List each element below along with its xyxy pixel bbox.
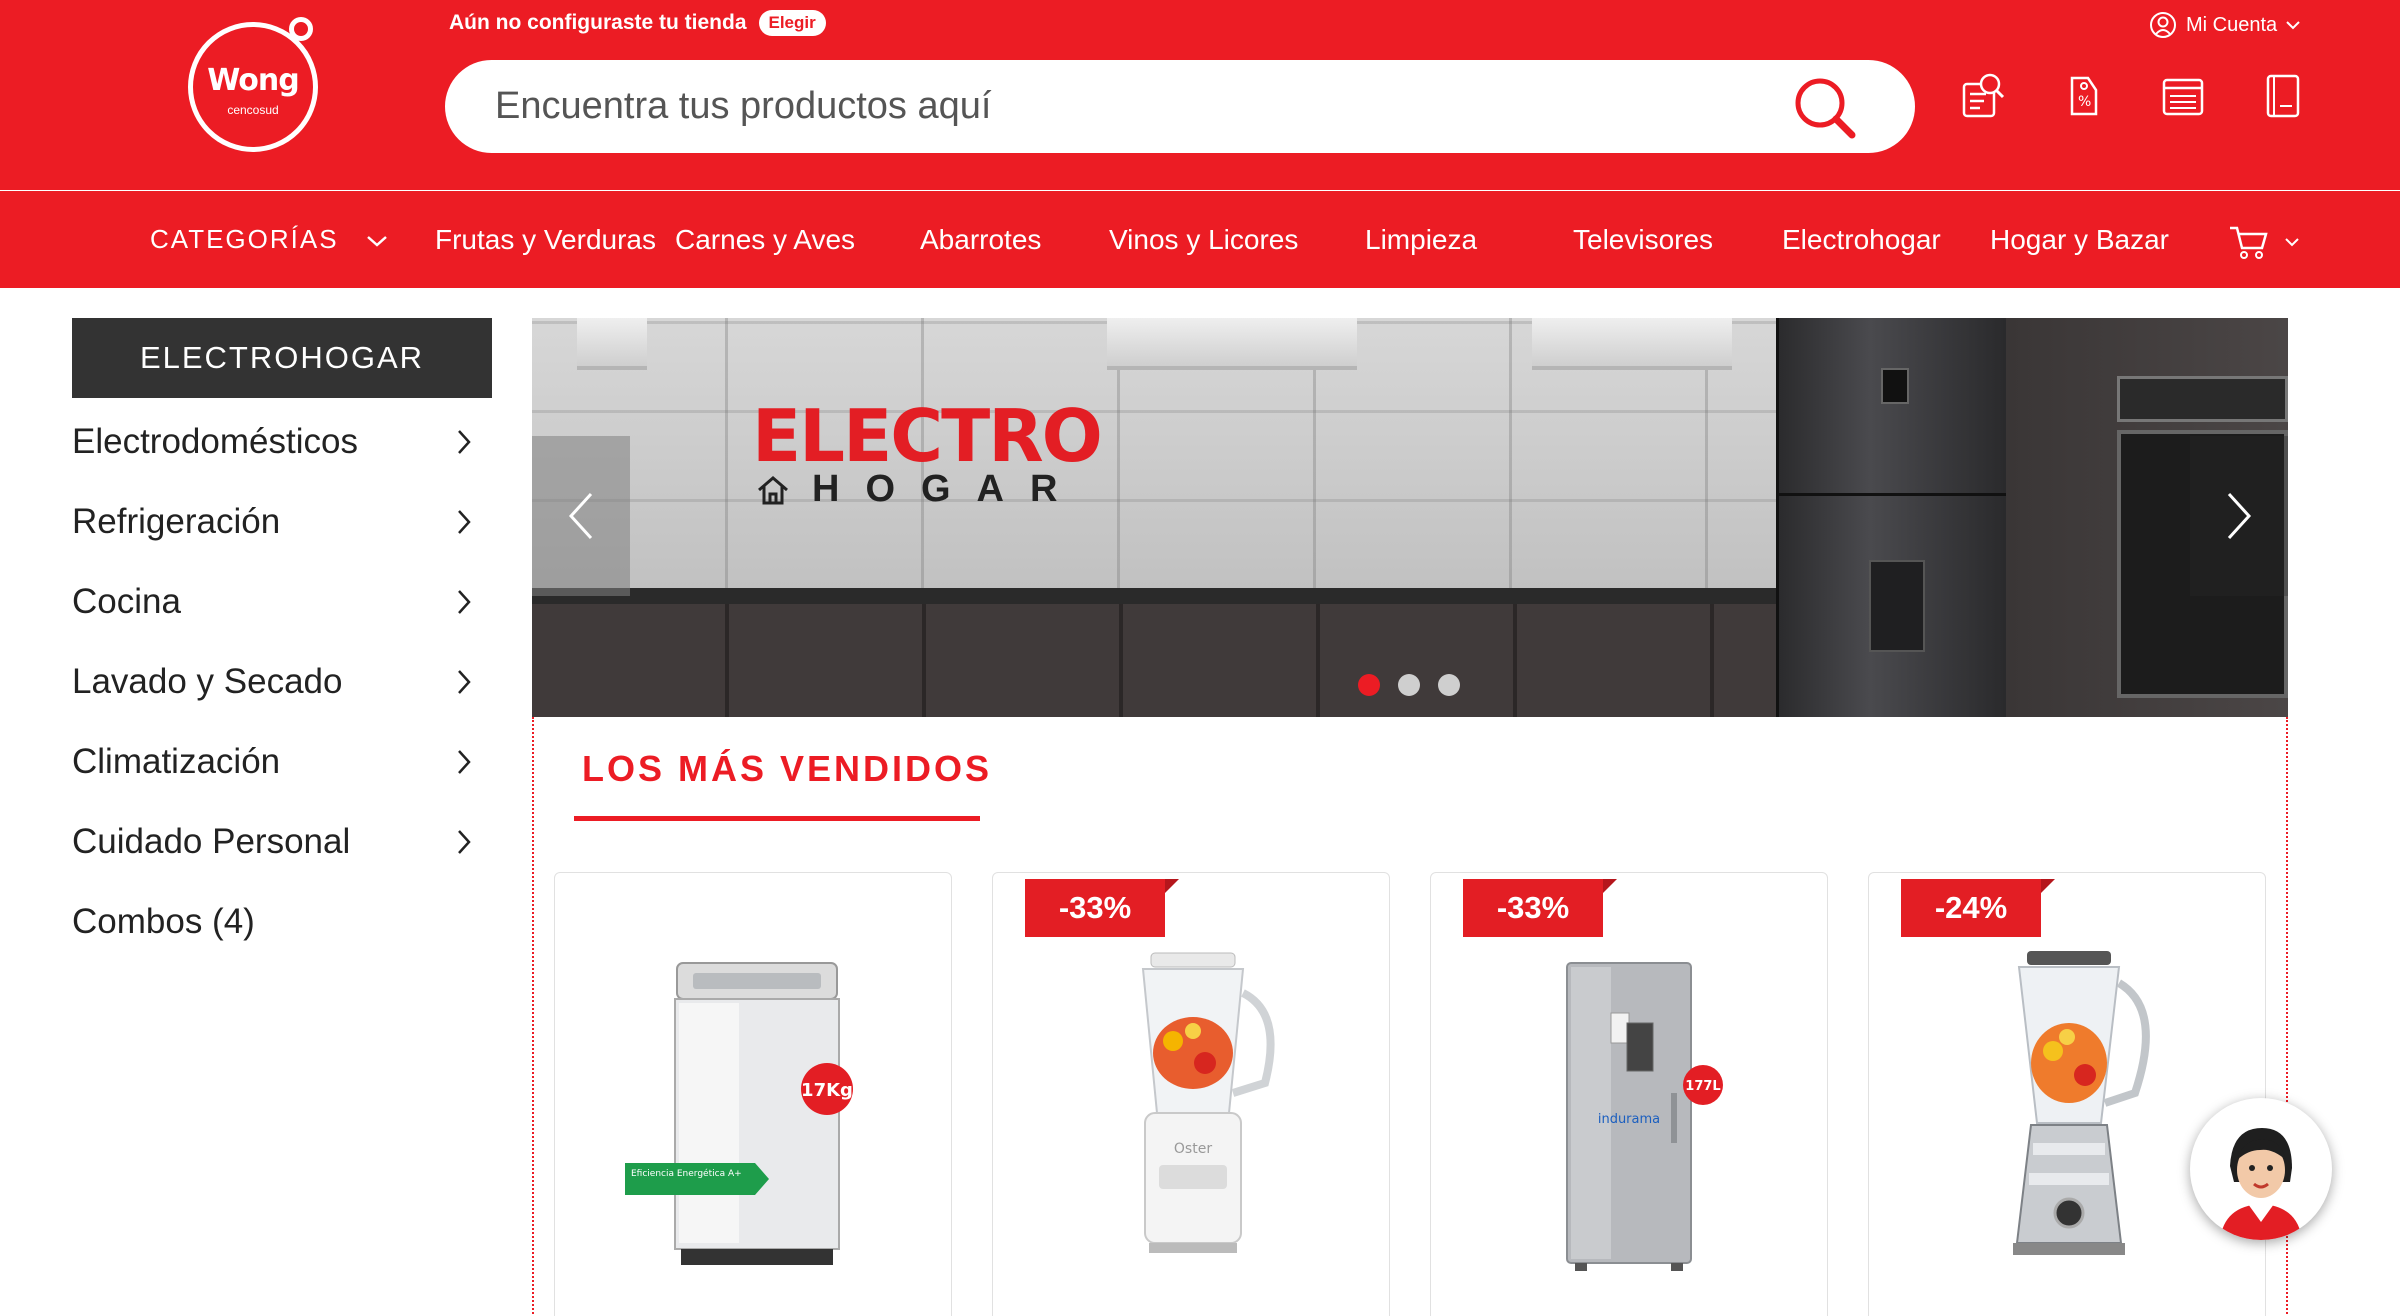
range-hood bbox=[1532, 318, 1732, 370]
shopping-list-icon[interactable] bbox=[2158, 70, 2208, 122]
washing-machine-image: 17Kg Eficiencia Energética A+ bbox=[625, 962, 853, 1265]
categories-menu[interactable]: CATEGORÍAS bbox=[150, 191, 388, 288]
sidebar-title: ELECTROHOGAR bbox=[72, 318, 492, 398]
cart-icon bbox=[2230, 226, 2268, 259]
nav-vinos-licores[interactable]: Vinos y Licores bbox=[1109, 191, 1298, 288]
brand-label: indurama bbox=[1598, 1112, 1660, 1127]
banner-counter bbox=[532, 588, 1776, 604]
store-config-notice: Aún no configuraste tu tienda Elegir bbox=[449, 8, 826, 38]
product-card[interactable]: -33% Oster bbox=[992, 872, 1390, 1316]
sidebar-item-combos[interactable]: Combos (4) bbox=[72, 892, 472, 952]
sidebar-item-cuidado-personal[interactable]: Cuidado Personal bbox=[72, 812, 472, 872]
blender-chrome-image bbox=[2013, 951, 2150, 1255]
sidebar-item-label: Climatización bbox=[72, 742, 281, 781]
book-icon[interactable] bbox=[2258, 70, 2308, 122]
chevron-right-icon bbox=[458, 590, 471, 614]
capacity-label: 177L bbox=[1685, 1079, 1720, 1094]
blender-white-image: Oster bbox=[1141, 952, 1275, 1253]
logo-dot bbox=[289, 17, 313, 41]
hero-banner[interactable]: ELECTRO HOGAR bbox=[532, 318, 2288, 717]
banner-pagination bbox=[1358, 674, 1460, 696]
product-card[interactable]: -33% 177L indurama bbox=[1430, 872, 1828, 1316]
banner-prev-button[interactable] bbox=[532, 436, 630, 596]
user-headset-icon bbox=[2150, 12, 2176, 38]
oven-panel bbox=[2117, 376, 2288, 422]
banner-brand-electro: ELECTRO bbox=[752, 394, 1103, 478]
sidebar-item-climatizacion[interactable]: Climatización bbox=[72, 732, 472, 792]
sidebar-item-label: Combos (4) bbox=[72, 902, 255, 941]
range-hood bbox=[1107, 318, 1357, 370]
search-input[interactable] bbox=[495, 78, 1695, 134]
chevron-down-icon bbox=[2286, 21, 2300, 30]
title-underline bbox=[574, 816, 980, 821]
discount-tag-icon[interactable]: % bbox=[2058, 70, 2108, 122]
chevron-down-icon bbox=[2285, 237, 2299, 247]
assistant-avatar-icon bbox=[2201, 1109, 2321, 1240]
chevron-right-icon bbox=[458, 510, 471, 534]
nav-hogar-bazar[interactable]: Hogar y Bazar bbox=[1990, 191, 2169, 288]
sidebar-item-lavado-secado[interactable]: Lavado y Secado bbox=[72, 652, 472, 712]
sidebar-item-label: Cuidado Personal bbox=[72, 822, 351, 861]
sidebar-item-electrodomesticos[interactable]: Electrodomésticos bbox=[72, 412, 472, 472]
sidebar-item-label: Refrigeración bbox=[72, 502, 281, 541]
my-account-label: Mi Cuenta bbox=[2186, 13, 2278, 36]
nav-limpieza[interactable]: Limpieza bbox=[1365, 191, 1477, 288]
range-hood bbox=[577, 318, 647, 370]
logo-text: Wong bbox=[207, 63, 299, 98]
product-card[interactable]: -24% bbox=[1868, 872, 2266, 1316]
product-card[interactable]: 17Kg Eficiencia Energética A+ bbox=[554, 872, 952, 1316]
fridge-dispenser bbox=[1869, 560, 1925, 652]
energy-label: Eficiencia Energética A+ bbox=[631, 1168, 742, 1179]
categories-label: CATEGORÍAS bbox=[150, 224, 339, 254]
banner-hogar-text: HOGAR bbox=[812, 468, 1084, 510]
nav-carnes-aves[interactable]: Carnes y Aves bbox=[675, 191, 855, 288]
svg-text:%: % bbox=[2078, 94, 2091, 110]
banner-next-button[interactable] bbox=[2190, 436, 2288, 596]
chat-assistant-button[interactable] bbox=[2190, 1098, 2332, 1240]
fridge-screen bbox=[1881, 368, 1909, 404]
banner-cabinets bbox=[532, 604, 1776, 717]
choose-store-button[interactable]: Elegir bbox=[758, 10, 826, 36]
chevron-left-icon bbox=[568, 492, 593, 540]
banner-brand-hogar: HOGAR bbox=[756, 468, 1083, 511]
sidebar-item-label: Lavado y Secado bbox=[72, 662, 343, 701]
list-search-icon[interactable] bbox=[1958, 70, 2008, 122]
chevron-right-icon bbox=[458, 750, 471, 774]
nav-electrohogar[interactable]: Electrohogar bbox=[1782, 191, 1941, 288]
brand-label: Oster bbox=[1174, 1141, 1212, 1157]
sidebar-item-label: Electrodomésticos bbox=[72, 422, 358, 461]
house-icon bbox=[758, 475, 788, 504]
refrigerator-image: 177L indurama bbox=[1566, 962, 1723, 1271]
logo-subtext: cencosud bbox=[227, 103, 279, 117]
capacity-label: 17Kg bbox=[801, 1080, 853, 1101]
sidebar-item-label: Cocina bbox=[72, 582, 181, 621]
search-bar bbox=[445, 60, 1915, 153]
sidebar-item-cocina[interactable]: Cocina bbox=[72, 572, 472, 632]
nav-frutas-verduras[interactable]: Frutas y Verduras bbox=[435, 191, 656, 288]
sidebar-item-refrigeracion[interactable]: Refrigeración bbox=[72, 492, 472, 552]
chevron-right-icon bbox=[458, 430, 471, 454]
slide-dot-2[interactable] bbox=[1398, 674, 1420, 696]
chevron-right-icon bbox=[458, 670, 471, 694]
best-sellers-title: LOS MÁS VENDIDOS bbox=[582, 748, 993, 789]
slide-dot-1[interactable] bbox=[1358, 674, 1380, 696]
nav-televisores[interactable]: Televisores bbox=[1573, 191, 1713, 288]
my-account-menu[interactable]: Mi Cuenta bbox=[2148, 8, 2301, 42]
slide-dot-3[interactable] bbox=[1438, 674, 1460, 696]
banner-fridge bbox=[1776, 318, 2009, 717]
wong-logo[interactable]: Wong cencosud bbox=[188, 17, 318, 152]
chevron-right-icon bbox=[2227, 492, 2252, 540]
cart-menu[interactable] bbox=[2228, 191, 2300, 288]
chevron-right-icon bbox=[458, 830, 471, 854]
search-icon[interactable] bbox=[1790, 73, 1860, 143]
category-nav: CATEGORÍAS Frutas y Verduras Carnes y Av… bbox=[0, 191, 2400, 288]
header: Wong cencosud Aún no configuraste tu tie… bbox=[0, 0, 2400, 190]
nav-abarrotes[interactable]: Abarrotes bbox=[920, 191, 1041, 288]
store-config-text: Aún no configuraste tu tienda bbox=[449, 11, 747, 34]
chevron-down-icon bbox=[366, 236, 387, 247]
